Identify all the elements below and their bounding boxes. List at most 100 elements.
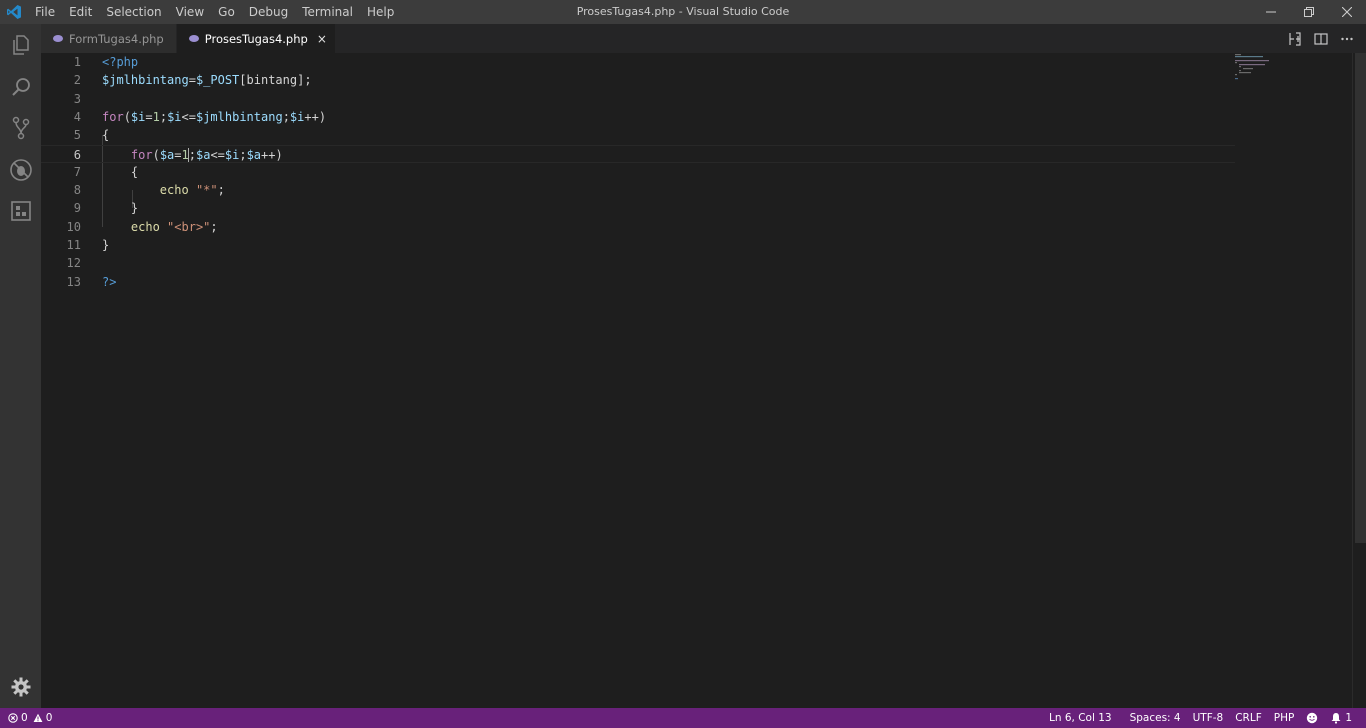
minimap[interactable] — [1235, 53, 1355, 83]
code-text: echo "*"; — [102, 181, 225, 199]
code-line-10: 10 echo "<br>"; — [41, 218, 1235, 236]
token: ; — [217, 183, 225, 198]
source-control-button[interactable] — [0, 109, 41, 147]
code-text: for($a=1;$a<=$i;$a++) — [102, 146, 283, 164]
token: for — [130, 147, 153, 162]
line-number: 13 — [66, 274, 81, 289]
code-line-6: 6 for($a=1;$a<=$i;$a++) — [41, 144, 1235, 164]
tab-prosestugas4[interactable]: ProsesTugas4.php × — [176, 24, 336, 53]
token: $a — [159, 147, 175, 162]
more-icon — [1341, 37, 1353, 40]
encoding[interactable]: UTF-8 — [1187, 708, 1230, 728]
menu-help[interactable]: Help — [360, 0, 401, 24]
minimize-button[interactable] — [1252, 0, 1290, 24]
tab-close-icon[interactable]: × — [317, 32, 327, 46]
search-button[interactable] — [0, 68, 41, 106]
token: ; — [159, 109, 168, 124]
line-number: 8 — [73, 183, 81, 198]
error-count: 0 — [21, 712, 28, 724]
menu-view[interactable]: View — [169, 0, 211, 24]
manage-button[interactable] — [0, 668, 41, 706]
source-control-icon — [12, 116, 29, 140]
minimize-icon — [1266, 11, 1276, 13]
code-text: ?> — [102, 273, 116, 291]
split-editor-button[interactable] — [1308, 28, 1334, 50]
token: $jmlhbintang — [102, 73, 189, 88]
line-number: 2 — [73, 73, 81, 88]
warning-count: 0 — [45, 712, 53, 724]
menu-debug[interactable]: Debug — [242, 0, 295, 24]
activity-bar — [0, 24, 41, 708]
explorer-icon — [12, 35, 29, 55]
code-line-2: 2 $jmlhbintang=$_POST[bintang]; — [41, 71, 1235, 89]
tab-label: ProsesTugas4.php — [204, 31, 308, 46]
code-line-9: 9 } — [41, 199, 1235, 217]
token: ?> — [102, 274, 117, 289]
line-number: 10 — [66, 219, 81, 234]
code-editor[interactable]: 1 <?php 2 $jmlhbintang=$_POST[bintang]; … — [41, 53, 1366, 708]
error-icon — [8, 713, 18, 723]
extensions-icon — [10, 201, 31, 221]
debug-button[interactable] — [0, 151, 41, 189]
tab-formtugas4[interactable]: FormTugas4.php — [41, 24, 177, 53]
language-mode[interactable]: PHP — [1268, 708, 1301, 728]
code-line-7: 7 { — [41, 163, 1235, 181]
close-window-button[interactable] — [1328, 0, 1366, 24]
code-line-12: 12 — [41, 254, 1235, 272]
token: ; — [282, 109, 290, 124]
line-number: 3 — [73, 91, 81, 106]
cursor-position[interactable]: Ln 6, Col 13 — [1043, 708, 1118, 728]
problems-indicator[interactable]: 0 0 — [0, 708, 52, 728]
token: $_POST — [195, 73, 240, 88]
explorer-button[interactable] — [0, 26, 41, 64]
menu-go[interactable]: Go — [211, 0, 242, 24]
code-line-5: 5 { — [41, 126, 1235, 144]
token: = — [174, 147, 182, 162]
token: [bintang]; — [239, 73, 312, 88]
vertical-scrollbar[interactable] — [1355, 53, 1366, 543]
menu-bar: File Edit Selection View Go Debug Termin… — [28, 0, 401, 24]
token: $a — [246, 147, 262, 162]
more-actions-button[interactable] — [1334, 28, 1360, 50]
code-line-13: 13 ?> — [41, 273, 1235, 291]
code-text: for($i=1;$i<=$jmlhbintang;$i++) — [102, 108, 326, 126]
menu-edit[interactable]: Edit — [62, 0, 99, 24]
token: ( — [123, 109, 131, 124]
token: $i — [224, 147, 240, 162]
smiley-icon — [1307, 712, 1318, 724]
token: <?php — [102, 55, 139, 69]
token: = — [188, 73, 196, 88]
menu-terminal[interactable]: Terminal — [295, 0, 360, 24]
vscode-logo-icon — [0, 0, 28, 24]
line-number: 9 — [73, 201, 81, 216]
token: $a — [195, 147, 211, 162]
token: $i — [130, 109, 146, 124]
php-file-icon — [188, 35, 199, 42]
open-changes-button[interactable] — [1282, 28, 1308, 50]
menu-file[interactable]: File — [28, 0, 62, 24]
restore-button[interactable] — [1290, 0, 1328, 24]
line-number: 5 — [73, 128, 81, 143]
token: ( — [152, 147, 160, 162]
feedback-button[interactable] — [1300, 708, 1324, 728]
indentation[interactable]: Spaces: 4 — [1124, 708, 1187, 728]
split-editor-icon — [1314, 32, 1328, 45]
title-bar: File Edit Selection View Go Debug Termin… — [0, 0, 1366, 24]
notifications-button[interactable]: 1 — [1324, 708, 1358, 728]
extensions-button[interactable] — [0, 192, 41, 230]
menu-selection[interactable]: Selection — [99, 0, 168, 24]
token: ; — [210, 219, 218, 234]
warning-icon — [33, 713, 43, 722]
code-line-4: 4 for($i=1;$i<=$jmlhbintang;$i++) — [41, 108, 1235, 126]
code-line-3: 3 — [41, 90, 1235, 108]
tab-label: FormTugas4.php — [69, 31, 164, 46]
code-line-11: 11 } — [41, 236, 1235, 254]
token: ; — [188, 147, 196, 162]
code-text: } — [102, 236, 109, 254]
token: } — [102, 238, 110, 252]
code-text: echo "<br>"; — [102, 218, 218, 236]
end-of-line[interactable]: CRLF — [1229, 708, 1268, 728]
